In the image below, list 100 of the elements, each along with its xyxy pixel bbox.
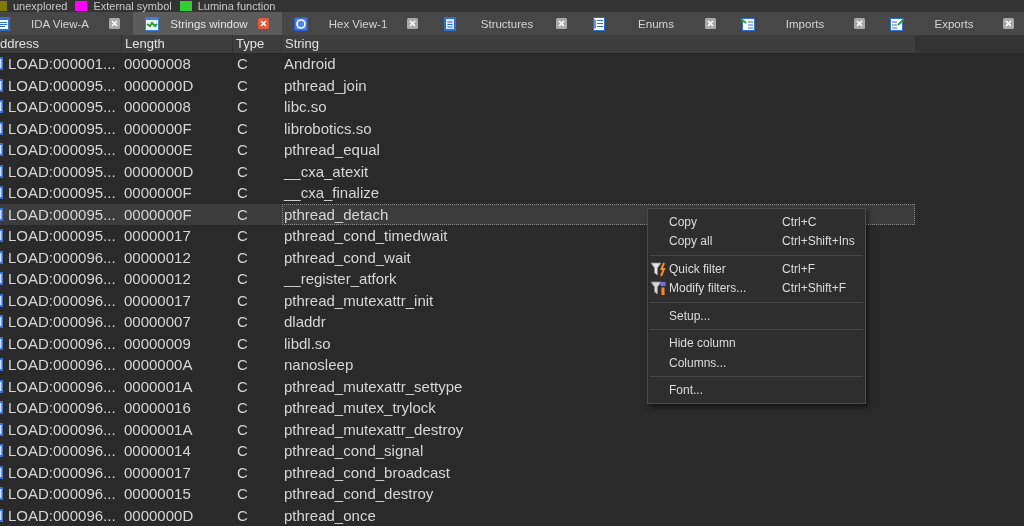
table-row[interactable]: LOAD:000096... 00000015 C pthread_cond_destroy (0, 483, 436, 505)
table-cell-text: C (236, 290, 249, 311)
menu-item[interactable]: Hide column (648, 333, 865, 353)
tab[interactable]: Strings window (133, 12, 282, 35)
table-cell-text: nanosleep (283, 355, 355, 375)
table-row[interactable]: LOAD:000096... 0000000D C pthread_once (0, 504, 378, 526)
table-row[interactable]: LOAD:000096... 00000012 C __register_atfork (0, 268, 399, 290)
menu-item[interactable]: Modify filters... Ctrl+Shift+F (648, 278, 865, 298)
table-cell-text: C (236, 333, 249, 354)
table-row[interactable]: LOAD:000095... 00000008 C libc.so (0, 96, 329, 118)
menu-item[interactable]: Font... (648, 380, 865, 400)
table-cell-text: 0000000F (123, 204, 193, 225)
table-row[interactable]: LOAD:000095... 00000017 C pthread_cond_timedwait (0, 225, 450, 247)
table-cell-text: C (236, 54, 249, 74)
table-cell-text: 0000000D (123, 161, 195, 182)
legend-label: unexplored (13, 0, 68, 12)
table-cell-text: pthread_mutexattr_destroy (283, 419, 465, 440)
string-row-icon (0, 422, 3, 436)
table-cell-text: libdl.so (283, 333, 332, 354)
funnel-icon (650, 260, 666, 277)
table-cell-text: C (236, 75, 249, 96)
table-cell-text: C (236, 312, 249, 332)
close-icon[interactable] (1003, 18, 1014, 29)
tab[interactable]: Structures (431, 12, 580, 35)
table-row[interactable]: LOAD:000001... 00000008 C Android (0, 53, 338, 75)
table-cell-text: pthread_cond_wait (283, 247, 412, 268)
table-cell-text: 00000017 (123, 462, 192, 483)
table-row[interactable]: LOAD:000095... 0000000F C librobotics.so (0, 117, 374, 139)
table-cell-text: LOAD:000096... (7, 247, 117, 268)
table-cell-text: LOAD:000095... (7, 97, 117, 117)
tab[interactable]: Exports (878, 12, 1024, 35)
window-icon (144, 15, 160, 32)
table-cell-text: C (236, 505, 249, 526)
column-header[interactable]: Type (233, 35, 282, 53)
string-row-icon (0, 315, 3, 329)
close-icon[interactable] (556, 18, 567, 29)
table-cell-text: LOAD:000096... (7, 376, 117, 397)
menu-item[interactable]: Columns... (648, 353, 865, 373)
table-cell-text: LOAD:000096... (7, 290, 117, 311)
close-icon[interactable] (407, 18, 418, 29)
table-row[interactable]: LOAD:000095... 0000000F C __cxa_finalize (0, 182, 382, 204)
table-row[interactable]: LOAD:000096... 00000007 C dladdr (0, 311, 328, 333)
table-cell-text: pthread_once (283, 505, 377, 526)
string-row-icon (0, 293, 3, 307)
menu-item[interactable]: Setup... (648, 306, 865, 326)
table-cell-text: 0000001A (123, 419, 194, 440)
string-row-icon (0, 100, 3, 114)
table-cell-text: 0000001A (123, 376, 194, 397)
table-cell-text: LOAD:000096... (7, 269, 117, 289)
table-row[interactable]: LOAD:000096... 0000000A C nanosleep (0, 354, 356, 376)
document-icon (0, 15, 11, 32)
table-cell-text: 00000008 (123, 54, 192, 74)
table-row[interactable]: LOAD:000096... 00000014 C pthread_cond_signal (0, 440, 426, 462)
string-row-icon (0, 78, 3, 92)
table-cell-text: 0000000F (123, 183, 193, 203)
table-row[interactable]: LOAD:000096... 0000001A C pthread_mutexattr_settype (0, 375, 465, 397)
table-cell-text: 0000000D (123, 75, 195, 96)
table-row[interactable]: LOAD:000096... 00000009 C libdl.so (0, 332, 333, 354)
column-header[interactable]: ddress (0, 35, 122, 53)
table-cell-text: C (236, 398, 249, 418)
string-row-icon (0, 358, 3, 372)
table-cell-text: LOAD:000096... (7, 419, 117, 440)
column-header[interactable]: String (282, 35, 915, 53)
table-cell-text: LOAD:000095... (7, 118, 117, 139)
column-header[interactable]: Length (122, 35, 233, 53)
tab[interactable]: Enums (580, 12, 729, 35)
table-cell-text: 00000014 (123, 441, 192, 461)
table-cell-text: dladdr (283, 312, 327, 332)
table-row[interactable]: LOAD:000096... 00000012 C pthread_cond_wait (0, 246, 413, 268)
table-cell-text: LOAD:000095... (7, 140, 117, 160)
table-cell-text: __cxa_atexit (282, 161, 370, 182)
table-row[interactable]: LOAD:000095... 0000000D C pthread_join (0, 74, 369, 96)
table-cell-text: LOAD:000095... (7, 204, 117, 225)
tab[interactable]: IDA View-A (0, 12, 133, 35)
string-row-icon (0, 229, 3, 243)
table-cell-text: 00000007 (123, 312, 192, 332)
string-row-icon (0, 272, 3, 286)
table-cell-text: LOAD:000095... (7, 161, 117, 182)
menu-item[interactable]: Quick filter Ctrl+F (648, 259, 865, 279)
table-cell-text: 0000000A (123, 355, 194, 375)
close-icon[interactable] (705, 18, 716, 29)
tab[interactable]: Imports (729, 12, 878, 35)
table-cell-text: 0000000E (123, 140, 194, 160)
close-icon[interactable] (258, 18, 269, 29)
table-cell-text: 0000000D (123, 505, 195, 526)
table-cell-text: LOAD:000096... (7, 441, 117, 461)
table-row[interactable]: LOAD:000095... 0000000D C __cxa_atexit (0, 160, 371, 182)
close-icon[interactable] (854, 18, 865, 29)
table-row[interactable]: LOAD:000096... 00000016 C pthread_mutex_trylock (0, 397, 438, 419)
table-row[interactable]: LOAD:000096... 0000001A C pthread_mutexattr_destroy (0, 418, 466, 440)
menu-item[interactable]: Copy all Ctrl+Shift+Ins (648, 231, 865, 251)
close-icon[interactable] (109, 18, 120, 29)
table-cell-text: 00000012 (123, 247, 192, 268)
list-icon (591, 15, 607, 32)
string-row-icon (0, 487, 3, 501)
table-row[interactable]: LOAD:000096... 00000017 C pthread_mutexattr_init (0, 289, 436, 311)
table-row[interactable]: LOAD:000096... 00000017 C pthread_cond_broadcast (0, 461, 452, 483)
table-cell-text: pthread_mutex_trylock (283, 398, 437, 418)
table-row[interactable]: LOAD:000095... 0000000E C pthread_equal (0, 139, 382, 161)
tab[interactable]: Hex View-1 (282, 12, 431, 35)
